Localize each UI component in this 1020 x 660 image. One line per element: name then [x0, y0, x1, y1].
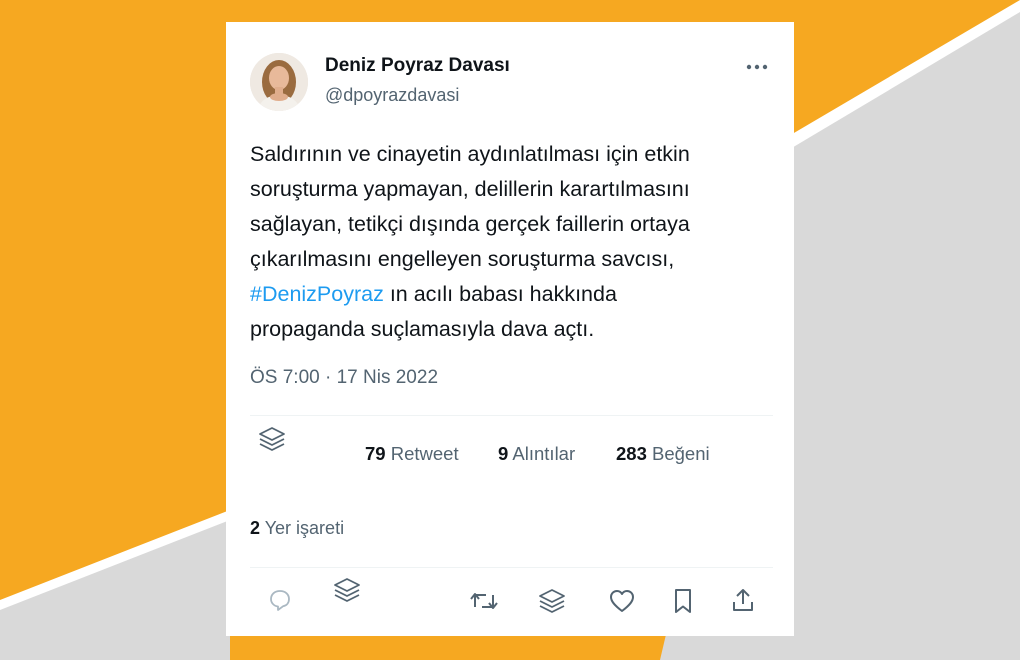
reply-icon[interactable] — [263, 583, 297, 617]
layers-icon — [334, 578, 360, 602]
tweet-time: ÖS 7:00 — [250, 367, 320, 388]
bookmark-label: Yer işareti — [260, 518, 345, 538]
like-label: Beğeni — [646, 443, 710, 464]
tweet-text-line: Saldırının ve cinayetin aydınlatılması i… — [250, 142, 690, 166]
tweet-timestamp[interactable]: ÖS 7:00 · 17 Nis 2022 — [250, 367, 438, 389]
retweet-icon[interactable] — [467, 584, 501, 618]
bookmark-count: 2 — [250, 518, 261, 538]
like-count: 283 — [616, 443, 647, 464]
divider — [250, 567, 773, 568]
hashtag-link[interactable]: #DenizPoyraz — [250, 282, 384, 306]
tweet-text-line: soruşturma yapmayan, delillerin karartıl… — [250, 177, 690, 201]
quote-stat[interactable]: 9 Alıntılar — [498, 443, 575, 465]
divider — [250, 415, 773, 416]
author-name[interactable]: Deniz Poyraz Davası — [325, 55, 510, 77]
layers-icon — [259, 427, 285, 451]
retweet-count: 79 — [365, 443, 386, 464]
tweet-text-fragment: ın acılı babası hakkında — [383, 282, 617, 306]
bookmark-icon[interactable] — [666, 584, 700, 618]
avatar[interactable] — [250, 53, 308, 111]
tweet-text-line: #DenizPoyraz ın acılı babası hakkında — [250, 277, 780, 312]
like-stat[interactable]: 283 Beğeni — [616, 443, 710, 465]
tweet-card: Deniz Poyraz Davası @dpoyrazdavasi Saldı… — [226, 22, 794, 636]
quote-count: 9 — [498, 443, 509, 464]
layers-icon — [539, 589, 565, 613]
tweet-text-line: propaganda suçlamasıyla dava açtı. — [250, 317, 595, 341]
tweet-text: Saldırının ve cinayetin aydınlatılması i… — [250, 137, 780, 347]
tweet-text-line: çıkarılmasını engelleyen soruşturma savc… — [250, 247, 675, 271]
bookmark-stat[interactable]: 2 Yer işareti — [250, 518, 344, 539]
share-icon[interactable] — [726, 583, 760, 617]
tweet-text-line: sağlayan, tetikçi dışında gerçek failler… — [250, 212, 690, 236]
author-handle[interactable]: @dpoyrazdavasi — [325, 85, 459, 106]
quote-label: Alıntılar — [508, 443, 576, 464]
retweet-stat[interactable]: 79 Retweet — [365, 443, 459, 465]
meta-separator: · — [319, 367, 337, 388]
tweet-date: 17 Nis 2022 — [336, 367, 439, 388]
retweet-label: Retweet — [385, 443, 459, 464]
more-dots-icon[interactable] — [740, 52, 774, 82]
heart-icon[interactable] — [605, 584, 639, 618]
